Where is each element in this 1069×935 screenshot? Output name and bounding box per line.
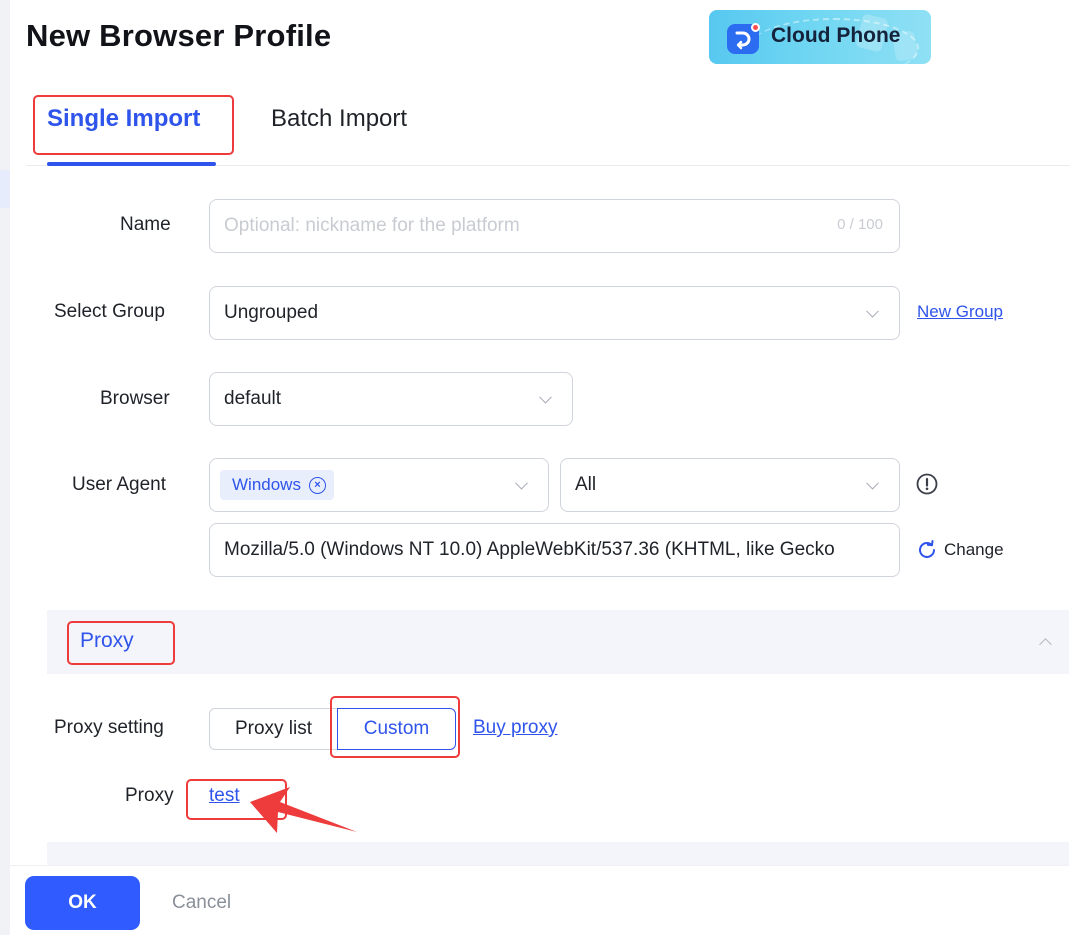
cloud-phone-banner[interactable]: Cloud Phone [709, 10, 931, 64]
refresh-icon [919, 540, 935, 558]
name-counter: 0 / 100 [837, 216, 883, 233]
version-value: All [575, 474, 597, 495]
exclamation-circle-icon[interactable] [916, 473, 938, 495]
chevron-down-icon [539, 390, 552, 404]
browser-select[interactable]: default [209, 372, 573, 426]
buy-proxy-link[interactable]: Buy proxy [473, 717, 557, 739]
browser-label: Browser [100, 388, 170, 409]
change-user-agent-button[interactable]: Change [916, 539, 1004, 561]
cancel-button[interactable]: Cancel [172, 892, 231, 914]
ok-button[interactable]: OK [25, 876, 140, 930]
background-strip [0, 170, 10, 208]
chevron-down-icon [866, 476, 879, 490]
close-icon[interactable]: × [308, 476, 326, 494]
proxy-setting-label: Proxy setting [54, 717, 164, 738]
name-input[interactable]: Optional: nickname for the platform 0 / … [209, 199, 900, 253]
change-label: Change [944, 540, 1004, 559]
proxy-section-header[interactable] [47, 610, 1069, 674]
browser-value: default [224, 388, 282, 409]
name-placeholder: Optional: nickname for the platform [224, 215, 520, 236]
highlight-box [33, 95, 234, 155]
active-tab-indicator [47, 162, 216, 166]
chevron-down-icon [515, 476, 528, 490]
chevron-down-icon [866, 304, 879, 318]
group-select[interactable]: Ungrouped [209, 286, 900, 340]
dialog-title: New Browser Profile [26, 18, 332, 53]
name-label: Name [120, 214, 171, 235]
user-agent-label: User Agent [72, 474, 166, 495]
select-group-label: Select Group [54, 301, 165, 322]
os-tag-label: Windows [232, 475, 301, 494]
group-value: Ungrouped [224, 302, 319, 323]
user-agent-value: Mozilla/5.0 (Windows NT 10.0) AppleWebKi… [224, 539, 835, 560]
dialog-footer [10, 865, 1069, 935]
notification-dot [751, 23, 760, 32]
proxy-list-option[interactable]: Proxy list [209, 708, 338, 750]
proxy-label: Proxy [125, 785, 174, 806]
os-select[interactable]: Windows × [209, 458, 549, 512]
highlight-box [330, 696, 460, 758]
annotation-arrow-icon [245, 785, 365, 840]
os-tag[interactable]: Windows × [220, 470, 334, 500]
banner-text: Cloud Phone [771, 24, 901, 47]
next-section-strip [47, 842, 1069, 865]
user-agent-input[interactable]: Mozilla/5.0 (Windows NT 10.0) AppleWebKi… [209, 523, 900, 577]
tab-batch-import[interactable]: Batch Import [271, 105, 407, 133]
highlight-box [67, 621, 175, 665]
version-select[interactable]: All [560, 458, 900, 512]
new-group-link[interactable]: New Group [917, 302, 1003, 322]
